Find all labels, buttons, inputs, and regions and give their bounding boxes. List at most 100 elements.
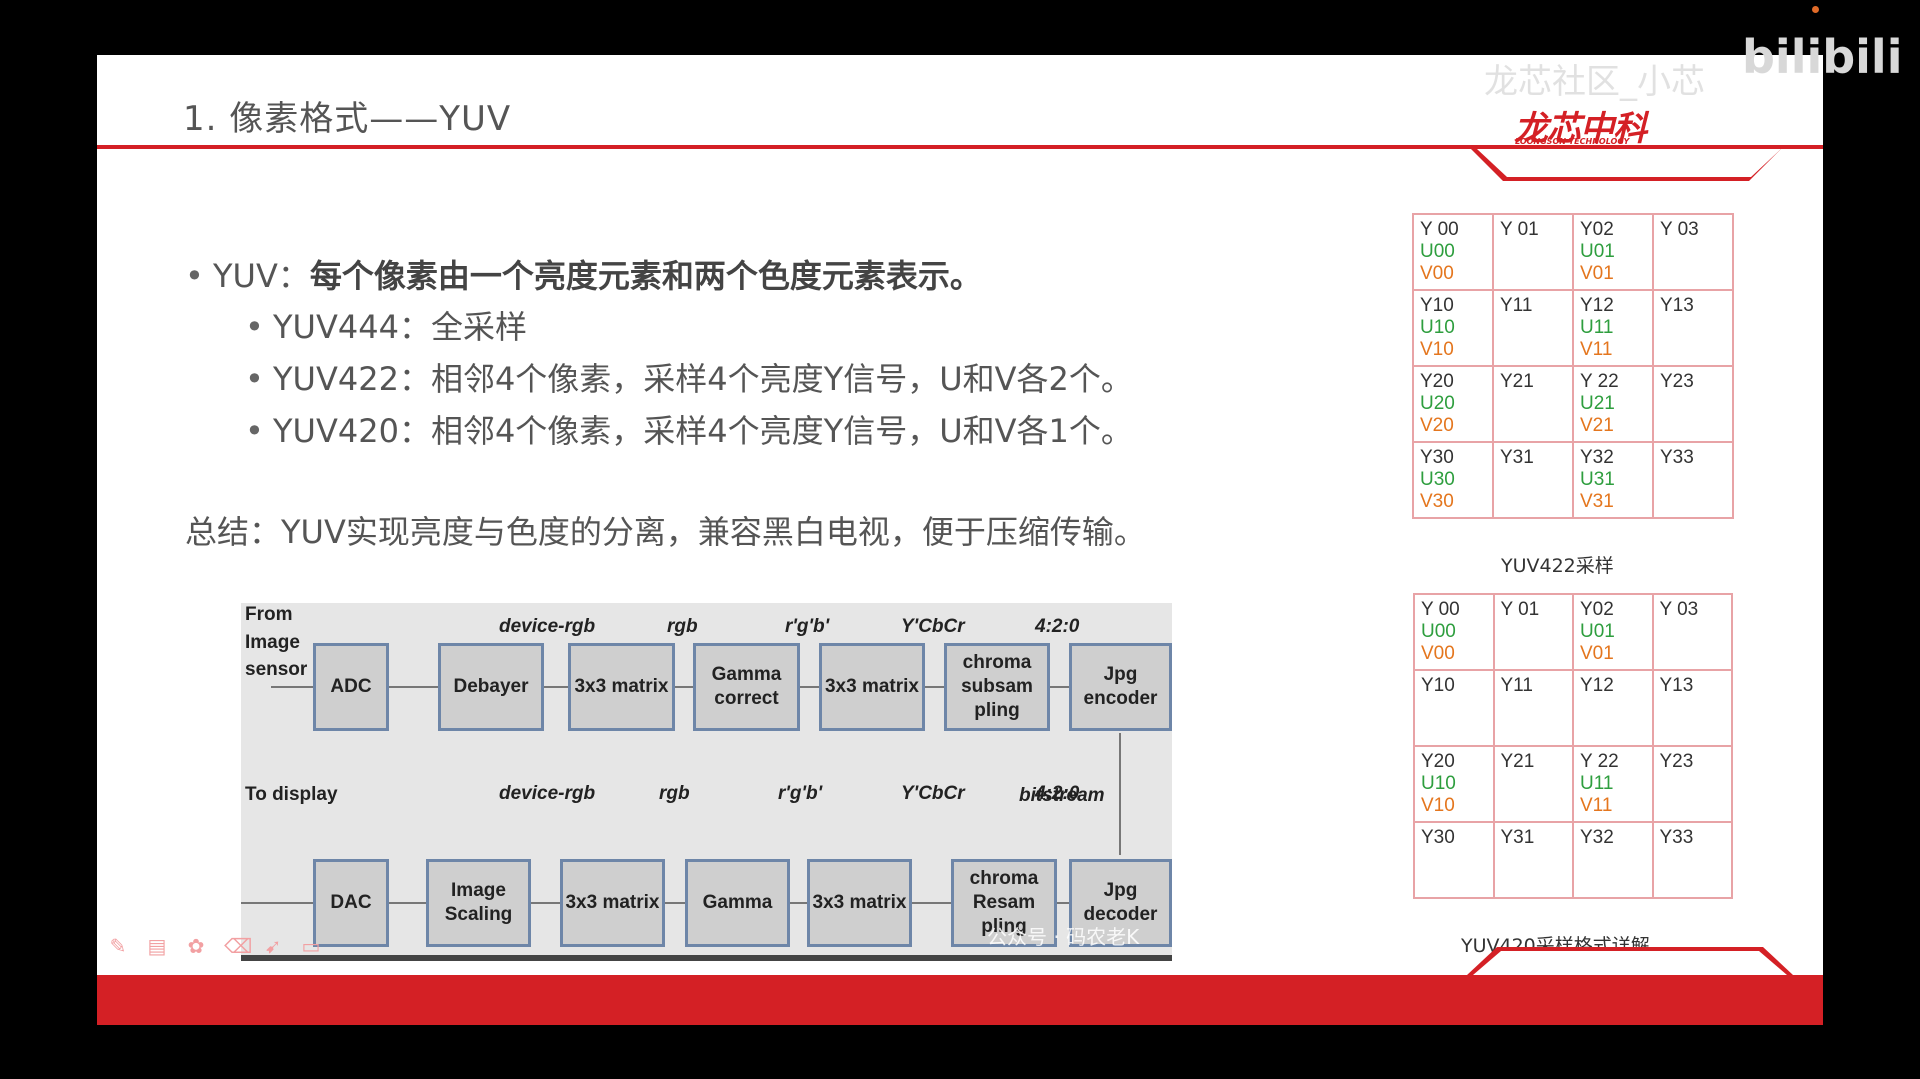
y-sample: Y 00 bbox=[1421, 599, 1460, 620]
grid-cell: Y12 U11 V11 bbox=[1572, 289, 1654, 367]
grid-cell: Y30 bbox=[1413, 821, 1495, 899]
grid-cell: Y 03 bbox=[1652, 213, 1734, 291]
y-sample: Y02 bbox=[1580, 219, 1614, 240]
flow-label: 4:2:0 bbox=[1035, 783, 1080, 804]
y-sample: Y20 bbox=[1420, 371, 1454, 392]
v-sample: V00 bbox=[1420, 263, 1454, 284]
screen-icon[interactable]: ▭ bbox=[300, 935, 322, 957]
to-display-label: To display bbox=[245, 784, 338, 805]
grid-cell: Y13 bbox=[1652, 289, 1734, 367]
pen-icon[interactable]: ✎ bbox=[107, 935, 129, 957]
sub-bullet-1: • YUV444：全采样 bbox=[245, 308, 527, 346]
y-sample: Y23 bbox=[1659, 751, 1694, 772]
block-image-scaling: Image Scaling bbox=[426, 859, 531, 947]
y-sample: Y 00 bbox=[1420, 219, 1459, 240]
v-sample: V10 bbox=[1420, 339, 1454, 360]
save-icon[interactable]: ▤ bbox=[146, 935, 168, 957]
y-sample: Y12 bbox=[1580, 675, 1614, 696]
from-label: From Image sensor bbox=[245, 604, 308, 681]
bullet-main-text: 每个像素由一个亮度元素和两个色度元素表示。 bbox=[309, 257, 982, 295]
y-sample: Y 01 bbox=[1500, 599, 1540, 620]
grid-cell: Y20 U20 V20 bbox=[1412, 365, 1494, 443]
grid-cell: Y 00 U00 V00 bbox=[1412, 213, 1494, 291]
yuv422-caption: YUV422采样 bbox=[1501, 555, 1614, 577]
bullet-prefix: YUV： bbox=[213, 257, 310, 295]
grid-cell: Y 01 bbox=[1492, 593, 1574, 671]
status-dot-icon bbox=[1812, 6, 1819, 13]
grid-row: Y 00 U00 V00 Y 01 Y02 U01 V01 Y 03 bbox=[1412, 213, 1734, 291]
bullet-dot-icon: • bbox=[185, 257, 204, 295]
grid-cell: Y32 U31 V31 bbox=[1572, 441, 1654, 519]
v-sample: V11 bbox=[1580, 795, 1613, 816]
grid-cell: Y10 bbox=[1413, 669, 1495, 747]
grid-cell: Y33 bbox=[1652, 441, 1734, 519]
block-matrix: 3x3 matrix bbox=[807, 859, 912, 947]
yuv422-grid: Y 00 U00 V00 Y 01 Y02 U01 V01 Y 03 Y10 U10 V10 Y11 Y… bbox=[1412, 213, 1734, 519]
grid-cell: Y02 U01 V01 bbox=[1572, 213, 1654, 291]
grid-cell: Y11 bbox=[1492, 669, 1574, 747]
block-gamma-correct: Gamma correct bbox=[693, 643, 800, 731]
sub-bullet-text: YUV420：相邻4个像素，采样4个亮度Y信号，U和V各1个。 bbox=[273, 412, 1133, 450]
block-matrix: 3x3 matrix bbox=[819, 643, 925, 731]
y-sample: Y30 bbox=[1421, 827, 1455, 848]
grid-cell: Y23 bbox=[1652, 365, 1734, 443]
grid-cell: Y11 bbox=[1492, 289, 1574, 367]
y-sample: Y32 bbox=[1580, 447, 1614, 468]
y-sample: Y 03 bbox=[1659, 599, 1699, 620]
sub-bullet-2: • YUV422：相邻4个像素，采样4个亮度Y信号，U和V各2个。 bbox=[245, 360, 1133, 398]
u-sample: U20 bbox=[1420, 393, 1455, 414]
y-sample: Y 22 bbox=[1580, 371, 1619, 392]
flow-label: Y'CbCr bbox=[901, 616, 965, 637]
v-sample: V20 bbox=[1420, 415, 1454, 436]
u-sample: U00 bbox=[1421, 621, 1456, 642]
grid-cell: Y 03 bbox=[1651, 593, 1733, 671]
grid-cell: Y10 U10 V10 bbox=[1412, 289, 1494, 367]
pipeline-diagram: From Image sensor device-rgb rgb r'g'b' Y'… bbox=[241, 603, 1172, 961]
u-sample: U21 bbox=[1580, 393, 1615, 414]
channel-watermark: 龙芯社区_小芯 bbox=[1484, 62, 1705, 102]
y-sample: Y33 bbox=[1660, 447, 1694, 468]
flow-label: Y'CbCr bbox=[901, 783, 965, 804]
grid-cell: Y 22 U21 V21 bbox=[1572, 365, 1654, 443]
u-sample: U10 bbox=[1420, 317, 1455, 338]
y-sample: Y12 bbox=[1580, 295, 1614, 316]
y-sample: Y10 bbox=[1420, 295, 1454, 316]
grid-row: Y10 Y11 Y12 Y13 bbox=[1413, 669, 1733, 747]
grid-row: Y 00 U00 V00 Y 01 Y02 U01 V01 Y 03 bbox=[1413, 593, 1733, 671]
v-sample: V31 bbox=[1580, 491, 1614, 512]
grid-cell: Y02 U01 V01 bbox=[1572, 593, 1654, 671]
y-sample: Y31 bbox=[1500, 827, 1535, 848]
y-sample: Y 01 bbox=[1500, 219, 1539, 240]
y-sample: Y10 bbox=[1421, 675, 1455, 696]
slide: 1. 像素格式——YUV 龙芯中科 LOONGSON TECHNOLOGY • Y… bbox=[97, 55, 1823, 1025]
flow-label: rgb bbox=[659, 783, 690, 804]
u-sample: U01 bbox=[1580, 621, 1615, 642]
grid-cell: Y32 bbox=[1572, 821, 1654, 899]
watermark: 公众号 · 码农老K bbox=[987, 925, 1140, 949]
bottom-chevron bbox=[1437, 947, 1823, 979]
sub-bullet-text: YUV444：全采样 bbox=[273, 308, 527, 346]
y-sample: Y33 bbox=[1659, 827, 1694, 848]
slide-title: 1. 像素格式——YUV bbox=[183, 99, 512, 139]
y-sample: Y23 bbox=[1660, 371, 1694, 392]
pointer-icon[interactable]: ➹ bbox=[262, 935, 284, 957]
grid-cell: Y 22 U11 V11 bbox=[1572, 745, 1654, 823]
y-sample: Y13 bbox=[1660, 295, 1694, 316]
grid-row: Y20 U10 V10 Y21 Y 22 U11 V11 Y23 bbox=[1413, 745, 1733, 823]
v-sample: V10 bbox=[1421, 795, 1455, 816]
eraser-icon[interactable]: ⌫ bbox=[224, 935, 252, 957]
y-sample: Y32 bbox=[1580, 827, 1614, 848]
sub-bullet-3: • YUV420：相邻4个像素，采样4个亮度Y信号，U和V各1个。 bbox=[245, 412, 1133, 450]
grid-cell: Y 00 U00 V00 bbox=[1413, 593, 1495, 671]
y-sample: Y 03 bbox=[1660, 219, 1699, 240]
palette-icon[interactable]: ✿ bbox=[185, 935, 207, 957]
y-sample: Y20 bbox=[1421, 751, 1455, 772]
summary-text: 总结：YUV实现亮度与色度的分离，兼容黑白电视，便于压缩传输。 bbox=[185, 513, 1146, 551]
grid-cell: Y33 bbox=[1651, 821, 1733, 899]
block-jpg-encoder: Jpg encoder bbox=[1069, 643, 1172, 731]
block-debayer: Debayer bbox=[438, 643, 544, 731]
u-sample: U11 bbox=[1580, 317, 1614, 338]
flow-label: device-rgb bbox=[499, 616, 596, 637]
grid-cell: Y21 bbox=[1492, 365, 1574, 443]
v-sample: V11 bbox=[1580, 339, 1613, 360]
